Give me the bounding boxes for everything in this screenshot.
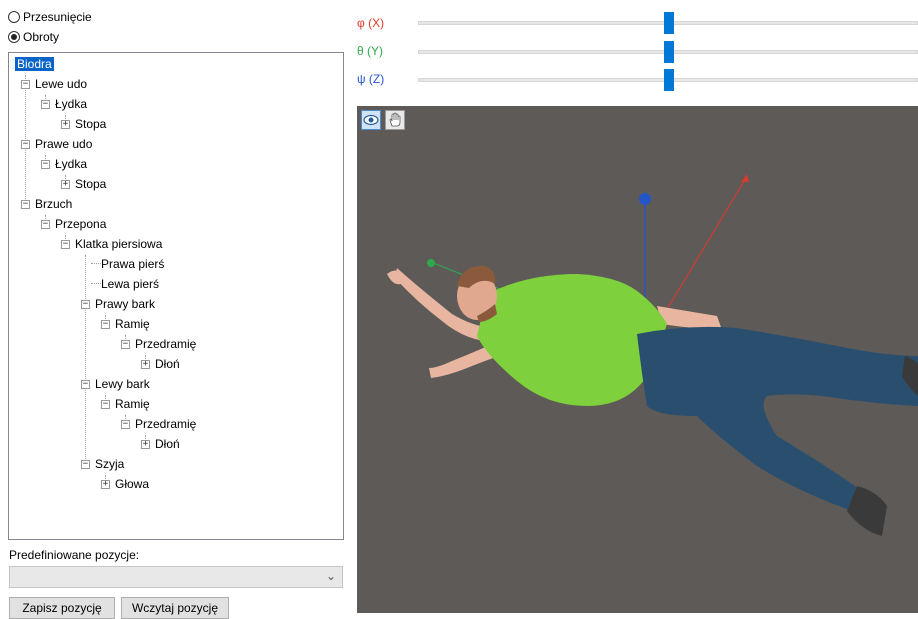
- character-model[interactable]: [387, 265, 918, 536]
- collapse-icon[interactable]: −: [41, 160, 50, 169]
- tree-node-lewa-piers[interactable]: Lewa pierś: [99, 275, 161, 293]
- expand-icon[interactable]: +: [61, 180, 70, 189]
- tree-node-dlon[interactable]: Dłoń: [153, 435, 182, 453]
- slider-z-thumb[interactable]: [664, 69, 674, 91]
- tree-line: [85, 255, 86, 463]
- tree-node-przepona[interactable]: Przepona: [53, 215, 108, 233]
- collapse-icon[interactable]: −: [101, 320, 110, 329]
- slider-x-label: φ (X): [357, 16, 385, 30]
- tree-node-lydka[interactable]: Łydka: [53, 95, 89, 113]
- tree-node-label: Łydka: [55, 157, 88, 171]
- tree-node-label: Przepona: [55, 217, 107, 231]
- radio-obroty[interactable]: Obroty: [8, 30, 59, 44]
- tree-node-label: Przedramię: [135, 417, 197, 431]
- collapse-icon[interactable]: −: [21, 140, 30, 149]
- tree-node-lydka[interactable]: Łydka: [53, 155, 89, 173]
- scene-canvas: [387, 174, 918, 536]
- tree-node-lewe-udo[interactable]: Lewe udo: [33, 75, 89, 93]
- x-axis-arrow: [741, 174, 749, 182]
- tree-node-prawe-udo[interactable]: Prawe udo: [33, 135, 94, 153]
- tree-node-label: Prawa pierś: [101, 257, 165, 271]
- slider-x-thumb[interactable]: [664, 12, 674, 34]
- tree-node-label: Prawe udo: [35, 137, 93, 151]
- tree-node-prawa-piers[interactable]: Prawa pierś: [99, 255, 166, 273]
- slider-y-label: θ (Y): [357, 44, 384, 58]
- collapse-icon[interactable]: −: [101, 400, 110, 409]
- tree-node-biodra[interactable]: Biodra: [15, 55, 54, 73]
- expand-icon[interactable]: +: [141, 440, 150, 449]
- radio-circle[interactable]: [8, 31, 20, 43]
- collapse-icon[interactable]: −: [61, 240, 70, 249]
- radio-circle[interactable]: [8, 11, 20, 23]
- predefined-positions-select[interactable]: ⌄: [9, 566, 343, 588]
- save-position-button[interactable]: Zapisz pozycję: [9, 597, 115, 619]
- slider-z-label: ψ (Z): [357, 72, 385, 86]
- bone-tree[interactable]: Biodra − Lewe udo − Łydka + Stopa − Praw…: [8, 52, 344, 540]
- tree-node-prawy-bark[interactable]: Prawy bark: [93, 295, 157, 313]
- tree-node-przedramie[interactable]: Przedramię: [133, 335, 198, 353]
- tree-node-ramie[interactable]: Ramię: [113, 315, 152, 333]
- collapse-icon[interactable]: −: [81, 380, 90, 389]
- radio-label: Obroty: [23, 30, 60, 44]
- tree-node-label: Ramię: [115, 317, 150, 331]
- collapse-icon[interactable]: −: [121, 340, 130, 349]
- tree-node-label: Szyja: [95, 457, 125, 471]
- chevron-down-icon: ⌄: [325, 569, 336, 583]
- tree-node-dlon[interactable]: Dłoń: [153, 355, 182, 373]
- expand-icon[interactable]: +: [141, 360, 150, 369]
- tree-node-label: Lewy bark: [95, 377, 150, 391]
- tree-node-label: Dłoń: [155, 437, 180, 451]
- predefined-positions-label: Predefiniowane pozycje:: [9, 548, 140, 562]
- tree-node-label: Ramię: [115, 397, 150, 411]
- tree-node-szyja[interactable]: Szyja: [93, 455, 126, 473]
- tree-node-przedramie[interactable]: Przedramię: [133, 415, 198, 433]
- tree-node-stopa[interactable]: Stopa: [73, 115, 108, 133]
- collapse-icon[interactable]: −: [81, 460, 90, 469]
- collapse-icon[interactable]: −: [41, 100, 50, 109]
- tree-node-stopa[interactable]: Stopa: [73, 175, 108, 193]
- tree-node-label: Stopa: [75, 177, 107, 191]
- tree-node-label: Brzuch: [35, 197, 73, 211]
- tree-node-glowa[interactable]: Głowa: [113, 475, 151, 493]
- tree-node-label: Biodra: [15, 57, 54, 71]
- collapse-icon[interactable]: −: [41, 220, 50, 229]
- jeans: [637, 326, 918, 511]
- tree-node-brzuch[interactable]: Brzuch: [33, 195, 74, 213]
- tree-node-label: Głowa: [115, 477, 150, 491]
- collapse-icon[interactable]: −: [21, 200, 30, 209]
- tree-node-label: Stopa: [75, 117, 107, 131]
- 3d-viewport[interactable]: [357, 106, 918, 613]
- radio-przesuniecie[interactable]: Przesunięcie: [8, 10, 92, 24]
- tree-node-label: Lewa pierś: [101, 277, 160, 291]
- collapse-icon[interactable]: −: [81, 300, 90, 309]
- tree-node-lewy-bark[interactable]: Lewy bark: [93, 375, 152, 393]
- y-axis-handle[interactable]: [427, 259, 435, 267]
- tree-node-label: Klatka piersiowa: [75, 237, 163, 251]
- slider-y-thumb[interactable]: [664, 41, 674, 63]
- right-hand-arm: [657, 306, 722, 330]
- radio-label: Przesunięcie: [23, 10, 92, 24]
- expand-icon[interactable]: +: [101, 480, 110, 489]
- tree-node-label: Prawy bark: [95, 297, 156, 311]
- tree-node-label: Przedramię: [135, 337, 197, 351]
- tree-node-klatka-piersiowa[interactable]: Klatka piersiowa: [73, 235, 164, 253]
- tree-node-label: Łydka: [55, 97, 88, 111]
- tree-node-label: Lewe udo: [35, 77, 88, 91]
- tree-node-label: Dłoń: [155, 357, 180, 371]
- collapse-icon[interactable]: −: [21, 80, 30, 89]
- tree-node-ramie[interactable]: Ramię: [113, 395, 152, 413]
- z-axis-handle[interactable]: [639, 193, 651, 205]
- collapse-icon[interactable]: −: [121, 420, 130, 429]
- expand-icon[interactable]: +: [61, 120, 70, 129]
- load-position-button[interactable]: Wczytaj pozycję: [121, 597, 229, 619]
